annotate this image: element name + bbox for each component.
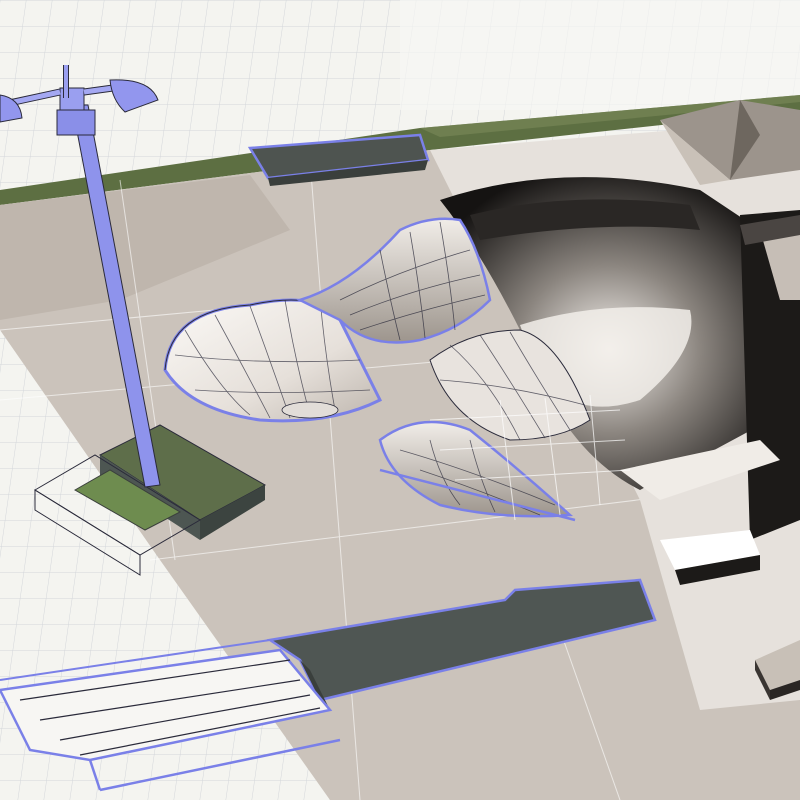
viewport[interactable]: [0, 0, 800, 800]
viewport-canvas[interactable]: [0, 0, 800, 800]
